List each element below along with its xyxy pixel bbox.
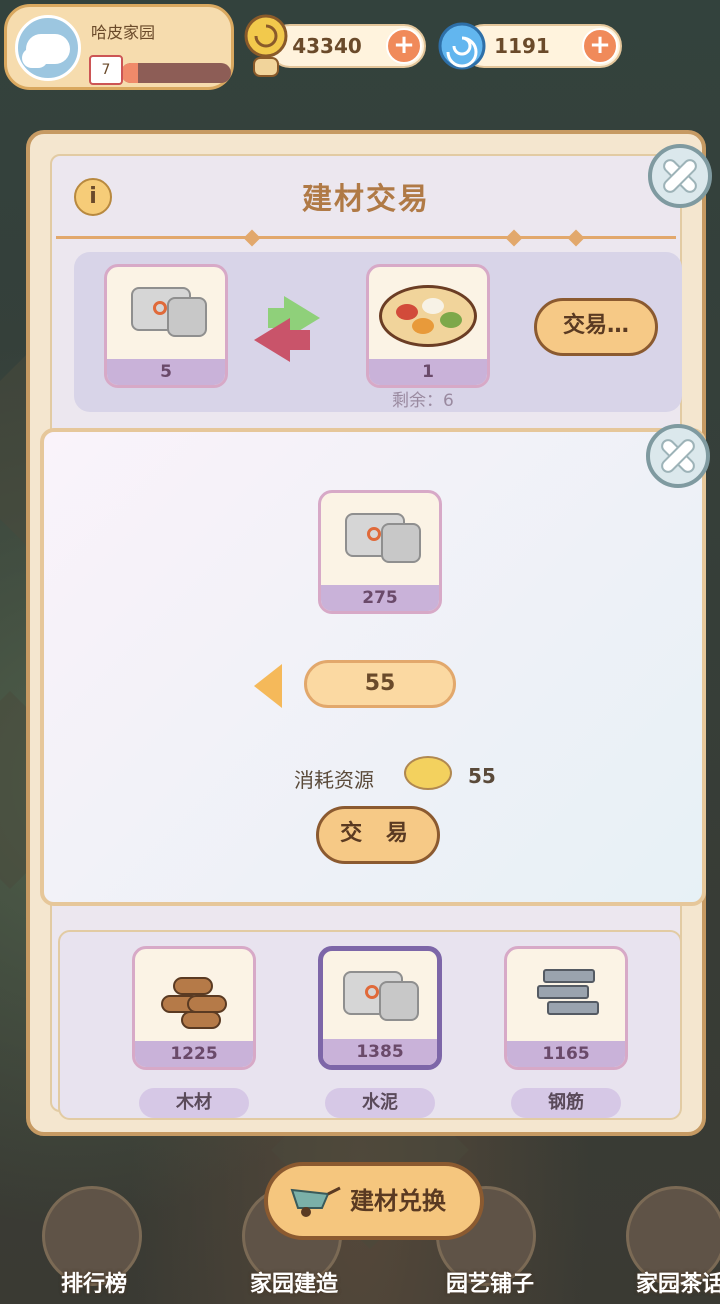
nav-leaderboard[interactable]: 排行榜 [24, 1266, 164, 1298]
open-trade-button[interactable]: 交易… [534, 298, 658, 356]
player-profile-panel[interactable]: 哈皮家园 7 [4, 4, 234, 90]
exchange-arrows-icon [254, 292, 342, 362]
material-wood[interactable]: 1225 木材 [132, 946, 256, 1118]
material-exchange-button[interactable]: 建材兑换 [264, 1162, 484, 1240]
coin-counter: 43340 + [268, 24, 426, 68]
dialog-close-button[interactable] [648, 144, 712, 208]
add-gem-button[interactable]: + [582, 28, 618, 64]
steel-bars-icon [537, 969, 607, 1029]
level-house-icon: 7 [89, 55, 123, 85]
material-count: 1165 [507, 1041, 625, 1067]
decrease-quantity-button[interactable] [254, 664, 282, 708]
bottom-navigation: 排行榜 家园建造 园艺铺子 家园茶话 建材兑换 [0, 1150, 720, 1304]
player-name: 哈皮家园 [91, 23, 156, 42]
material-count: 1385 [323, 1039, 437, 1065]
item-count: 275 [321, 585, 439, 611]
material-steel[interactable]: 1165 钢筋 [504, 946, 628, 1118]
material-label: 木材 [139, 1088, 249, 1118]
offer-give-item[interactable]: 5 [104, 264, 228, 388]
trade-quantity-popup: 275 55 消耗资源 55 交 易 [40, 428, 706, 906]
material-cement[interactable]: 1385 水泥 [318, 946, 442, 1118]
material-label: 钢筋 [511, 1088, 621, 1118]
wheelbarrow-icon [290, 1186, 341, 1217]
cost-value: 55 [468, 764, 496, 788]
selected-item-card: 275 [318, 490, 442, 614]
blue-swirl-gem-icon [436, 20, 488, 76]
get-count: 1 [369, 359, 487, 385]
dialog-title: 建材交易 [302, 182, 430, 217]
wood-logs-icon [161, 975, 231, 1029]
material-selector: 1225 木材 1385 水泥 1165 钢筋 [58, 930, 682, 1120]
level-progress-bar [121, 63, 231, 83]
nav-home-build[interactable]: 家园建造 [224, 1266, 364, 1298]
nav-garden-shop[interactable]: 园艺铺子 [420, 1266, 560, 1298]
add-coin-button[interactable]: + [386, 28, 422, 64]
avatar[interactable] [15, 15, 81, 81]
quantity-field[interactable]: 55 [304, 660, 456, 708]
confirm-trade-button[interactable]: 交 易 [316, 806, 440, 864]
nav-home-chat[interactable]: 家园茶话 [610, 1266, 720, 1298]
offer-get-item[interactable]: 1 [366, 264, 490, 388]
exchange-label: 建材兑换 [350, 1187, 446, 1215]
material-count: 1225 [135, 1041, 253, 1067]
food-bowl-icon [404, 756, 452, 790]
remaining-trades: 剩余：6 [392, 391, 454, 411]
cost-label: 消耗资源 [294, 768, 374, 792]
food-platter-icon [379, 285, 477, 347]
give-count: 5 [107, 359, 225, 385]
material-label: 水泥 [325, 1088, 435, 1118]
snail-coin-icon [240, 8, 290, 84]
popup-close-button[interactable] [646, 424, 710, 488]
